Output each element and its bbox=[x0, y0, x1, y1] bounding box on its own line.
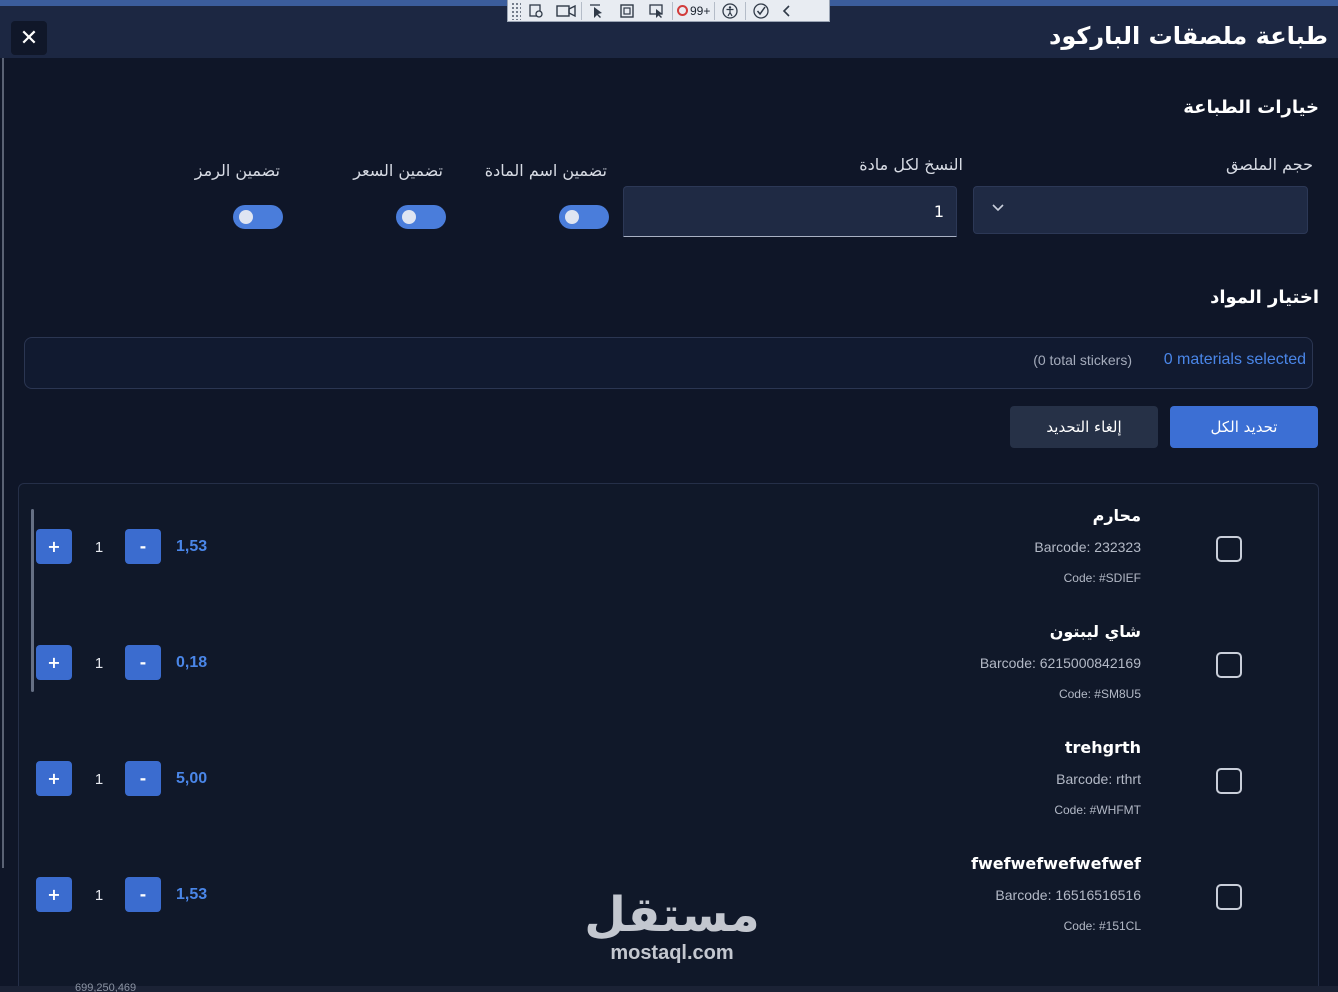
close-icon: ✕ bbox=[19, 25, 39, 51]
quantity-value: 1 bbox=[94, 539, 104, 556]
display-layout-icon[interactable] bbox=[612, 1, 642, 21]
material-price: 1,53 bbox=[176, 886, 208, 903]
decrease-qty-button[interactable]: - bbox=[125, 645, 161, 680]
materials-selection-heading: اختيار المواد bbox=[1210, 287, 1319, 308]
mostaql-watermark: مستقل mostaql.com bbox=[582, 888, 762, 964]
sticker-size-label: حجم الملصق bbox=[1225, 155, 1313, 174]
include-price-label: تضمين السعر bbox=[353, 161, 443, 180]
material-code: Code: #SDIEF bbox=[1063, 571, 1141, 585]
decrease-qty-button[interactable]: - bbox=[125, 529, 161, 564]
background-window-strip bbox=[0, 986, 1338, 992]
increase-qty-button[interactable]: + bbox=[36, 877, 72, 912]
copies-per-item-input[interactable] bbox=[623, 186, 957, 237]
sticker-size-select[interactable] bbox=[973, 186, 1308, 234]
material-price: 0,18 bbox=[176, 654, 208, 671]
check-circle-icon[interactable] bbox=[746, 1, 776, 21]
material-name: شاي ليبتون bbox=[1049, 622, 1141, 641]
material-checkbox[interactable] bbox=[1216, 652, 1242, 678]
video-camera-icon[interactable] bbox=[551, 1, 581, 21]
toggle-knob bbox=[239, 210, 253, 224]
material-checkbox[interactable] bbox=[1216, 536, 1242, 562]
material-checkbox[interactable] bbox=[1216, 884, 1242, 910]
increase-qty-button[interactable]: + bbox=[36, 529, 72, 564]
include-price-toggle[interactable] bbox=[396, 205, 446, 229]
track-focus-icon[interactable] bbox=[642, 1, 672, 21]
material-code: Code: #151CL bbox=[1063, 919, 1141, 933]
select-all-button[interactable]: تحديد الكل bbox=[1170, 406, 1318, 448]
material-name: fwefwefwefwefwef bbox=[971, 854, 1141, 873]
material-barcode: Barcode: 16516516516 bbox=[995, 887, 1141, 903]
counter-value: 99+ bbox=[690, 3, 711, 18]
include-code-label: تضمين الرمز bbox=[194, 161, 280, 180]
debug-toolbar: 99+ bbox=[507, 0, 830, 22]
dialog-title: طباعة ملصقات الباركود bbox=[1049, 22, 1328, 50]
total-stickers-count: (0 total stickers) bbox=[1033, 352, 1132, 368]
binding-failures-counter[interactable]: 99+ bbox=[673, 4, 714, 18]
list-item: trehgrth Barcode: rthrt Code: #WHFMT + 1… bbox=[19, 716, 1318, 832]
quantity-value: 1 bbox=[94, 887, 104, 904]
quantity-value: 1 bbox=[94, 655, 104, 672]
material-price: 5,00 bbox=[176, 770, 208, 787]
increase-qty-button[interactable]: + bbox=[36, 761, 72, 796]
material-code: Code: #SM8U5 bbox=[1058, 687, 1141, 701]
include-name-label: تضمين اسم المادة bbox=[484, 161, 607, 180]
include-name-toggle[interactable] bbox=[559, 205, 609, 229]
material-price: 1,53 bbox=[176, 538, 208, 555]
include-code-toggle[interactable] bbox=[233, 205, 283, 229]
quantity-value: 1 bbox=[94, 771, 104, 788]
accessibility-icon[interactable] bbox=[715, 1, 745, 21]
material-checkbox[interactable] bbox=[1216, 768, 1242, 794]
select-element-icon[interactable] bbox=[582, 1, 612, 21]
copies-per-item-label: النسخ لكل مادة bbox=[859, 155, 963, 174]
toggle-knob bbox=[402, 210, 416, 224]
material-code: Code: #WHFMT bbox=[1054, 803, 1141, 817]
grip-handle-icon[interactable] bbox=[511, 1, 521, 20]
watermark-latin: mostaql.com bbox=[610, 942, 734, 964]
material-barcode: Barcode: 232323 bbox=[1034, 539, 1141, 555]
materials-selected-count: 0 materials selected bbox=[1163, 351, 1306, 368]
material-barcode: Barcode: rthrt bbox=[1056, 771, 1141, 787]
deselect-all-button[interactable]: إلغاء التحديد bbox=[1010, 406, 1158, 448]
increase-qty-button[interactable]: + bbox=[36, 645, 72, 680]
list-item: شاي ليبتون Barcode: 6215000842169 Code: … bbox=[19, 600, 1318, 716]
decrease-qty-button[interactable]: - bbox=[125, 761, 161, 796]
watermark-arabic: مستقل bbox=[584, 887, 760, 943]
selection-summary-bar: 0 materials selected (0 total stickers) bbox=[24, 337, 1313, 389]
background-partial-text: 699,250,469 bbox=[75, 982, 137, 992]
decrease-qty-button[interactable]: - bbox=[125, 877, 161, 912]
chevron-left-icon[interactable] bbox=[776, 1, 796, 21]
material-name: محارم bbox=[1092, 506, 1141, 525]
window-left-edge bbox=[2, 58, 4, 868]
material-name: trehgrth bbox=[1064, 738, 1141, 757]
toggle-knob bbox=[565, 210, 579, 224]
print-options-heading: خيارات الطباعة bbox=[1183, 97, 1319, 118]
chevron-down-icon bbox=[992, 200, 1004, 216]
live-visual-tree-icon[interactable] bbox=[521, 1, 551, 21]
list-item: محارم Barcode: 232323 Code: #SDIEF + 1 -… bbox=[19, 484, 1318, 600]
error-indicator-icon bbox=[677, 5, 688, 16]
close-button[interactable]: ✕ bbox=[11, 21, 47, 55]
material-barcode: Barcode: 6215000842169 bbox=[979, 655, 1141, 671]
